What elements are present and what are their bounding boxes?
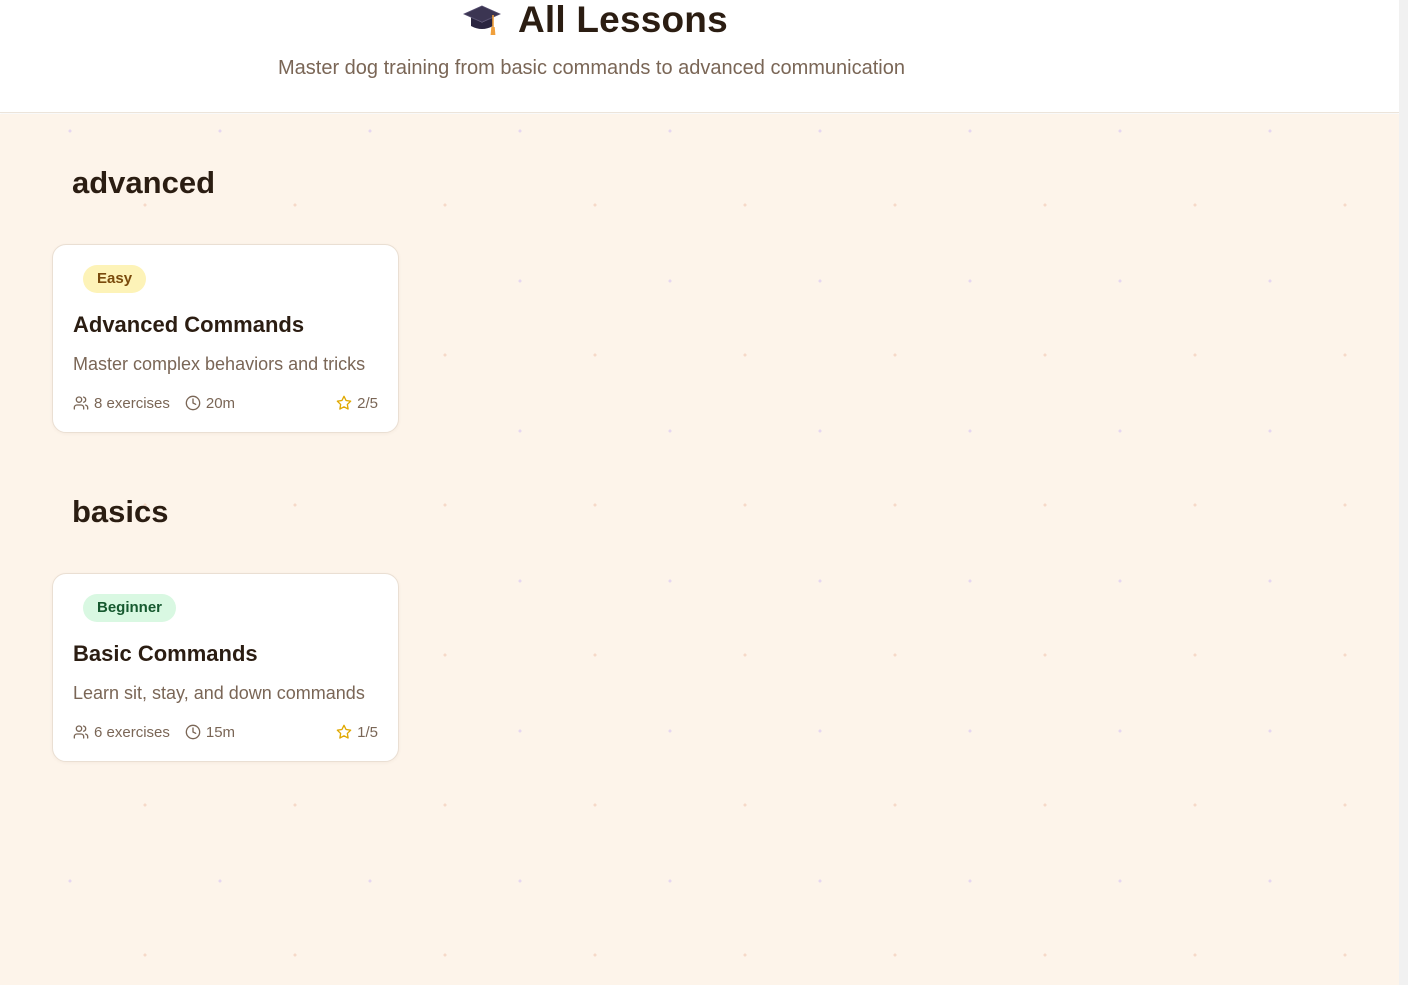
lesson-meta: 6 exercises 15m 1/5 <box>73 722 378 742</box>
lesson-card-advanced-commands[interactable]: Easy Advanced Commands Master complex be… <box>52 244 399 433</box>
duration-label: 20m <box>205 394 236 412</box>
star-icon <box>336 395 352 410</box>
section-title-basics: basics <box>72 494 169 529</box>
rating-label: 1/5 <box>357 723 378 741</box>
lesson-rating: 1/5 <box>336 724 378 741</box>
clock-icon <box>185 395 201 411</box>
exercise-count-label: 8 exercises <box>94 394 170 412</box>
lesson-card-basic-commands[interactable]: Beginner Basic Commands Learn sit, stay,… <box>52 573 399 762</box>
clock-icon <box>185 724 201 740</box>
page-header: All Lessons Master dog training from bas… <box>0 0 1399 113</box>
page: All Lessons Master dog training from bas… <box>0 0 1399 985</box>
lesson-title: Advanced Commands <box>73 312 305 337</box>
difficulty-badge: Beginner <box>83 594 177 622</box>
lessons-content: advanced Easy Advanced Commands Master c… <box>0 114 1399 985</box>
users-icon <box>73 396 89 410</box>
lesson-meta: 8 exercises 20m 2/5 <box>73 393 378 413</box>
exercise-count: 8 exercises <box>73 395 170 412</box>
section-title-advanced: advanced <box>72 165 216 200</box>
exercise-count-label: 6 exercises <box>94 723 170 741</box>
duration-label: 15m <box>205 723 236 741</box>
lesson-title: Basic Commands <box>73 641 258 666</box>
users-icon <box>73 725 89 739</box>
title-row: All Lessons <box>462 0 728 44</box>
graduation-cap-icon <box>463 5 501 35</box>
difficulty-badge: Easy <box>83 265 147 293</box>
page-scrollbar[interactable] <box>1399 0 1408 985</box>
page-subtitle: Master dog training from basic commands … <box>278 57 905 79</box>
page-title: All Lessons <box>518 0 728 40</box>
star-icon <box>336 724 352 739</box>
rating-label: 2/5 <box>357 394 378 412</box>
lesson-description: Learn sit, stay, and down commands <box>73 683 365 703</box>
lesson-description: Master complex behaviors and tricks <box>73 354 366 374</box>
lesson-duration: 20m <box>185 395 235 412</box>
exercise-count: 6 exercises <box>73 724 170 741</box>
lesson-duration: 15m <box>185 724 235 741</box>
lesson-rating: 2/5 <box>336 395 378 412</box>
